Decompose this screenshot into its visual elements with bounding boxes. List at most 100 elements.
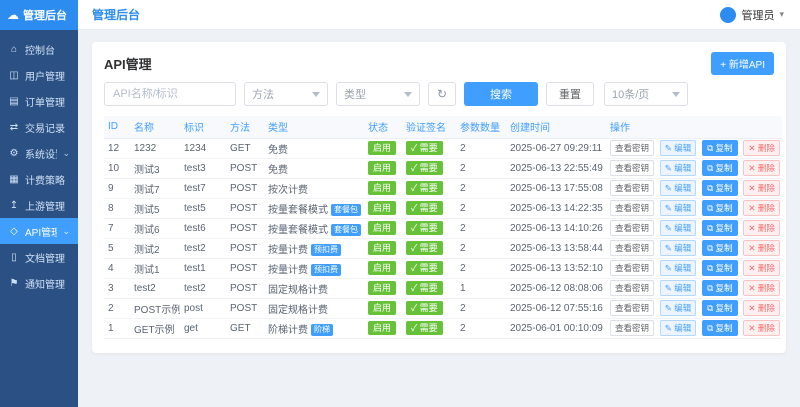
delete-button[interactable]: ✕ 删除 — [743, 199, 780, 217]
type-select[interactable]: 类型 — [336, 82, 420, 106]
delete-button[interactable]: ✕ 删除 — [743, 319, 780, 337]
copy-button[interactable]: ⧉ 复制 — [702, 179, 738, 197]
copy-button[interactable]: ⧉ 复制 — [702, 199, 738, 217]
method-select[interactable]: 方法 — [244, 82, 328, 106]
view-key-button[interactable]: 查看密钥 — [610, 159, 655, 177]
column-header: ID — [104, 116, 130, 139]
view-key-button[interactable]: 查看密钥 — [610, 259, 655, 277]
edit-button[interactable]: ✎ 编辑 — [659, 159, 697, 177]
edit-button[interactable]: ✎ 编辑 — [659, 179, 697, 197]
view-key-button[interactable]: 查看密钥 — [610, 139, 655, 157]
edit-icon: ✎ — [664, 262, 672, 273]
cell-method: POST — [226, 218, 264, 239]
cell-created: 2025-06-13 14:10:26 — [506, 218, 606, 239]
table-row: 3 test2 test2 POST 固定规格计费 启用 ✓ 需要 1 2025… — [104, 278, 782, 299]
sidebar-menu: ⌂ 控制台 ◫ 用户管理 ▤ 订单管理 ⇄ 交易记录 ⚙ 系统设置 ⌄ ▦ 计费… — [0, 30, 78, 296]
sidebar-item[interactable]: ⌂ 控制台 — [0, 36, 78, 62]
copy-icon: ⧉ — [707, 282, 714, 293]
view-key-button[interactable]: 查看密钥 — [610, 199, 655, 217]
user-menu[interactable]: 管理员 ▾ — [720, 6, 784, 23]
sidebar-item[interactable]: ↥ 上游管理 — [0, 192, 78, 218]
sidebar-item[interactable]: ⇄ 交易记录 — [0, 114, 78, 140]
copy-button[interactable]: ⧉ 复制 — [702, 279, 738, 297]
cell-key: 1234 — [180, 138, 226, 159]
delete-button[interactable]: ✕ 删除 — [743, 299, 780, 317]
edit-button[interactable]: ✎ 编辑 — [659, 139, 697, 157]
cell-method: GET — [226, 138, 264, 159]
sidebar-item[interactable]: ⚙ 系统设置 ⌄ — [0, 140, 78, 166]
copy-button[interactable]: ⧉ 复制 — [702, 219, 738, 237]
sidebar-item[interactable]: ▤ 订单管理 — [0, 88, 78, 114]
edit-button[interactable]: ✎ 编辑 — [659, 199, 697, 217]
view-key-button[interactable]: 查看密钥 — [610, 299, 655, 317]
page-size-select[interactable]: 10条/页 — [604, 82, 688, 106]
api-table-body: 12 1232 1234 GET 免费 启用 ✓ 需要 2 2025-06-27… — [104, 138, 782, 339]
view-key-button[interactable]: 查看密钥 — [610, 239, 655, 257]
cell-params: 2 — [456, 198, 506, 219]
cell-name: test2 — [130, 278, 180, 299]
delete-icon: ✕ — [748, 282, 756, 293]
cell-sign: ✓ 需要 — [402, 258, 456, 279]
edit-button[interactable]: ✎ 编辑 — [659, 239, 697, 257]
delete-button[interactable]: ✕ 删除 — [743, 259, 780, 277]
cell-params: 2 — [456, 178, 506, 199]
sidebar-item[interactable]: ⚑ 通知管理 — [0, 270, 78, 296]
cell-ops: 查看密钥 ✎ 编辑 ⧉ 复制 ✕ 删除 — [606, 158, 782, 179]
copy-button[interactable]: ⧉ 复制 — [702, 159, 738, 177]
view-key-button[interactable]: 查看密钥 — [610, 319, 655, 337]
app-logo: ☁ 管理后台 — [0, 0, 78, 30]
cell-ops: 查看密钥 ✎ 编辑 ⧉ 复制 ✕ 删除 — [606, 318, 782, 339]
add-api-button[interactable]: + 新增API — [711, 51, 774, 75]
edit-button[interactable]: ✎ 编辑 — [659, 299, 697, 317]
sidebar-item-icon: ◇ — [10, 225, 18, 237]
sidebar-item[interactable]: ▦ 计费策略 — [0, 166, 78, 192]
view-key-button[interactable]: 查看密钥 — [610, 179, 655, 197]
search-button[interactable]: 搜索 — [464, 82, 538, 106]
delete-button[interactable]: ✕ 删除 — [743, 139, 780, 157]
copy-icon: ⧉ — [707, 142, 714, 153]
delete-button[interactable]: ✕ 删除 — [743, 219, 780, 237]
method-select-value: 方法 — [252, 89, 274, 101]
app-logo-text: 管理后台 — [23, 10, 67, 22]
refresh-button[interactable]: ↻ — [428, 82, 456, 106]
cell-params: 2 — [456, 238, 506, 259]
reset-button[interactable]: 重置 — [546, 82, 594, 106]
copy-button[interactable]: ⧉ 复制 — [702, 319, 738, 337]
caret-down-icon: ▾ — [779, 9, 784, 19]
delete-icon: ✕ — [748, 242, 756, 253]
cell-key: test6 — [180, 218, 226, 239]
delete-button[interactable]: ✕ 删除 — [743, 179, 780, 197]
table-header-row: ID 名称 标识 方法 类型 状态 验证签名 参数数量 创建时间 操作 — [104, 116, 782, 139]
refresh-icon: ↻ — [436, 87, 448, 101]
copy-button[interactable]: ⧉ 复制 — [702, 239, 738, 257]
edit-button[interactable]: ✎ 编辑 — [659, 279, 697, 297]
sidebar-item[interactable]: ▯ 文档管理 — [0, 244, 78, 270]
cell-key: test7 — [180, 178, 226, 199]
cell-name: 1232 — [130, 138, 180, 159]
keyword-input[interactable] — [104, 82, 236, 106]
view-key-button[interactable]: 查看密钥 — [610, 279, 655, 297]
delete-button[interactable]: ✕ 删除 — [743, 159, 780, 177]
sidebar-item[interactable]: ◫ 用户管理 — [0, 62, 78, 88]
delete-button[interactable]: ✕ 删除 — [743, 239, 780, 257]
page-title: API管理 — [104, 56, 152, 72]
cell-params: 2 — [456, 138, 506, 159]
copy-button[interactable]: ⧉ 复制 — [702, 299, 738, 317]
copy-button[interactable]: ⧉ 复制 — [702, 139, 738, 157]
copy-button[interactable]: ⧉ 复制 — [702, 259, 738, 277]
cell-created: 2025-06-13 13:52:10 — [506, 258, 606, 279]
view-key-button[interactable]: 查看密钥 — [610, 219, 655, 237]
status-badge: 启用 — [368, 321, 397, 335]
delete-button[interactable]: ✕ 删除 — [743, 279, 780, 297]
cell-method: POST — [226, 198, 264, 219]
table-row: 5 测试2 test2 POST 按量计费 预扣费 启用 ✓ 需要 2 2025-… — [104, 238, 782, 259]
edit-button[interactable]: ✎ 编辑 — [659, 319, 697, 337]
column-header: 操作 — [606, 116, 782, 139]
cell-sign: ✓ 需要 — [402, 298, 456, 319]
header-title: 管理后台 — [92, 8, 141, 22]
cell-id: 12 — [104, 138, 130, 159]
edit-button[interactable]: ✎ 编辑 — [659, 259, 697, 277]
top-header: 管理后台 管理员 ▾ — [78, 0, 800, 30]
sidebar-item[interactable]: ◇ API管理 ⌄ — [0, 218, 78, 244]
edit-button[interactable]: ✎ 编辑 — [659, 219, 697, 237]
